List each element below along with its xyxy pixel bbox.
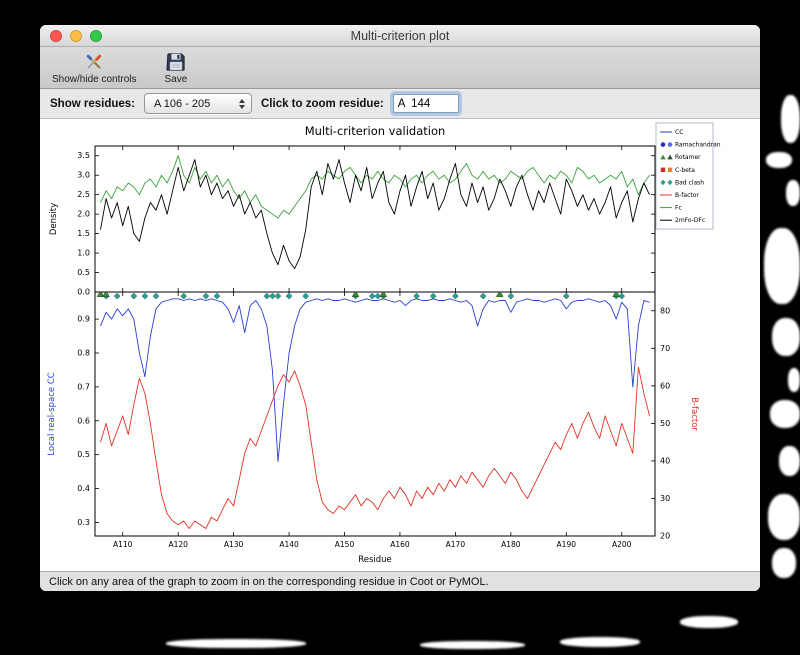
svg-text:A190: A190 [557,540,577,549]
svg-text:0.5: 0.5 [77,268,90,277]
residue-range-select[interactable]: A 106 - 205 [144,93,252,114]
density-ylabel: Density [49,203,59,235]
svg-text:A120: A120 [168,540,188,549]
svg-text:30: 30 [660,494,670,503]
svg-text:2.5: 2.5 [77,190,90,199]
bfactor-ylabel: B-factor [689,397,699,431]
legend-box [655,122,714,230]
screen-artifact [766,152,792,168]
show-residues-label: Show residues: [50,97,135,110]
screen-artifact [772,318,800,356]
svg-text:A170: A170 [446,540,466,549]
svg-text:1.0: 1.0 [77,249,90,258]
legend-marker [667,167,673,172]
save-button[interactable]: Save [164,51,188,85]
window-title: Multi-criterion plot [350,28,450,43]
dropdown-arrows-icon [231,98,245,109]
svg-text:70: 70 [660,344,670,353]
legend-label: B-factor [675,192,699,199]
svg-text:A160: A160 [390,540,410,549]
svg-text:40: 40 [660,456,670,465]
status-bar: Click on any area of the graph to zoom i… [40,571,760,591]
screen-artifact [770,400,800,428]
svg-text:3.5: 3.5 [77,151,90,160]
svg-text:0.6: 0.6 [77,416,90,425]
residue-range-value: A 106 - 205 [154,97,211,110]
screen-artifact [788,368,800,392]
legend-label: CC [675,129,683,136]
show-hide-controls-label: Show/hide controls [52,73,137,85]
status-text: Click on any area of the graph to zoom i… [49,575,489,588]
svg-text:A150: A150 [335,540,355,549]
svg-text:A130: A130 [224,540,244,549]
svg-text:0.9: 0.9 [77,315,90,324]
screen-artifact [560,637,640,647]
legend-label: 2mFo-DFc [675,217,705,224]
legend-label: Ramachandran [675,142,721,149]
svg-text:0.8: 0.8 [77,349,90,358]
svg-text:A110: A110 [113,540,133,549]
save-label: Save [164,73,188,85]
legend-marker [667,142,673,147]
traffic-lights [50,30,102,42]
svg-text:A180: A180 [501,540,521,549]
svg-text:1.5: 1.5 [77,229,90,238]
show-hide-controls-button[interactable]: Show/hide controls [52,51,137,85]
density-axes[interactable] [94,145,656,293]
svg-text:2.0: 2.0 [77,210,90,219]
titlebar[interactable]: Multi-criterion plot [40,25,760,47]
screen-artifact [779,446,800,476]
svg-text:20: 20 [660,532,670,541]
zoom-residue-input[interactable] [392,94,459,113]
zoom-window-button[interactable] [90,30,102,42]
figure-title: Multi-criterion validation [305,124,446,138]
svg-text:0.5: 0.5 [77,450,90,459]
screen-artifact [772,548,796,578]
cc-ylabel: Local real-space CC [47,372,57,455]
screen-artifact [764,228,800,304]
tools-icon [83,51,105,73]
screen-artifact [420,641,525,649]
screen-artifact [768,494,800,540]
x-axis-label: Residue [358,555,392,565]
legend-marker [660,142,666,147]
svg-text:A140: A140 [279,540,299,549]
svg-text:A200: A200 [612,540,632,549]
svg-text:0.7: 0.7 [77,382,90,391]
app-window: Multi-criterion plot Show/hide controls … [40,25,760,591]
svg-text:0.4: 0.4 [77,484,90,493]
svg-text:0.3: 0.3 [77,518,90,527]
svg-text:60: 60 [660,381,670,390]
legend-label: Bad clash [675,179,704,186]
screen-artifact [786,180,800,206]
cc-axes[interactable] [94,291,656,537]
screen-artifact [781,95,800,143]
legend-label: Rotamer [675,154,701,161]
figure-svg[interactable]: Multi-criterion validation Density Local r… [40,119,760,571]
screen-artifact [680,616,738,628]
svg-text:50: 50 [660,419,670,428]
controls-bar: Show residues: A 106 - 205 Click to zoom… [40,89,760,119]
svg-text:0.0: 0.0 [77,288,90,297]
svg-text:80: 80 [660,306,670,315]
close-button[interactable] [50,30,62,42]
screen-artifact [166,639,306,648]
minimize-button[interactable] [70,30,82,42]
legend-label: Fc [675,205,682,212]
save-floppy-icon [165,51,187,73]
desktop-background: Multi-criterion plot Show/hide controls … [0,0,800,655]
legend-marker [660,167,666,172]
legend-label: C-beta [675,167,695,174]
plot-area[interactable]: Multi-criterion validation Density Local r… [40,119,760,571]
svg-text:3.0: 3.0 [77,171,90,180]
toolbar: Show/hide controls Save [40,47,760,89]
zoom-residue-label: Click to zoom residue: [261,97,384,110]
